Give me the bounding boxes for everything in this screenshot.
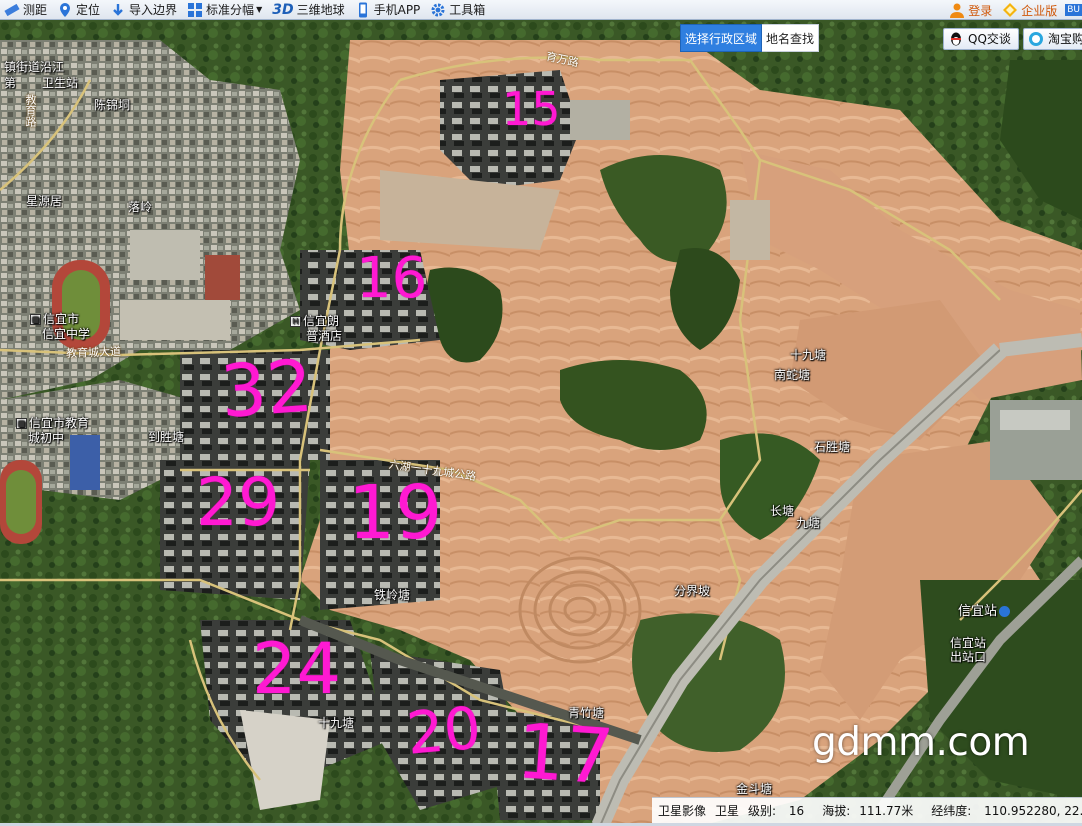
label-jindou: 金斗塘 [736, 782, 773, 796]
import-boundary-button[interactable]: 导入边界 [106, 0, 183, 20]
label-tieling: 铁岭塘 [374, 588, 411, 602]
select-region-tab[interactable]: 选择行政区域 [680, 24, 763, 52]
hotel-icon: H [290, 316, 301, 327]
edge-label: BU [1065, 4, 1082, 16]
status-bar: 卫星影像 卫星 级别: 16 海拔: 111.77米 经纬度: 110.95228… [652, 797, 1082, 823]
label-weisheng: 卫生站 [42, 76, 79, 90]
satellite-imagery [0, 20, 1082, 826]
running-track-2 [0, 460, 42, 544]
three-d-label: 三维地球 [296, 3, 345, 17]
mobile-app-button[interactable]: 手机APP [351, 0, 427, 20]
label-jiaoyu-road: 教育路 [24, 94, 37, 127]
import-boundary-label: 导入边界 [129, 3, 178, 17]
label-chen-jiang: 陈锦垌 [94, 98, 131, 112]
label-station-exit-2: 出站口 [950, 650, 987, 664]
annotation-19: 19 [348, 470, 443, 556]
user-icon [950, 3, 965, 18]
label-jiaoyu-avenue: 教育城大道 [65, 345, 122, 360]
gear-icon [431, 3, 445, 16]
ruler-icon [4, 3, 20, 16]
top-toolbar: 测距 定位 导入边界 标准分幅 ▼ 3D 三维地球 手机APP 工具箱 登录 企… [0, 0, 1082, 20]
login-button[interactable]: 登录 [945, 0, 998, 20]
enterprise-label: 企业版 [1021, 3, 1058, 18]
status-altitude-label: 海拔: [822, 804, 851, 818]
label-xinyi-edu-text: 信宜市教育 [29, 416, 90, 430]
toolbox-label: 工具箱 [449, 3, 486, 17]
label-xinyi-station: 信宜站 [958, 600, 1011, 619]
label-nanshe: 南蛇塘 [774, 368, 811, 382]
mobile-app-label: 手机APP [373, 3, 421, 17]
account-area: 登录 企业版 BU [945, 0, 1082, 20]
annotation-24: 24 [252, 628, 342, 710]
status-level-label: 级别: [748, 804, 777, 818]
label-xinyi-edu-2: 城初中 [28, 431, 65, 445]
label-xinyi-station-text: 信宜站 [958, 604, 998, 619]
label-changtang: 长塘 [770, 504, 795, 518]
status-level: 级别: 16 [748, 802, 813, 819]
school-icon-2: ■ [16, 418, 27, 429]
annotation-15: 15 [502, 82, 561, 136]
satellite-map[interactable]: 选择行政区域 地名查找 QQ交谈 淘宝购 镇街道沿江 第 卫生站 教育路 陈锦垌… [0, 20, 1082, 826]
diamond-icon [1003, 3, 1018, 17]
label-shisheng: 石胜塘 [814, 440, 851, 454]
measure-label: 测距 [23, 3, 48, 17]
locate-button[interactable]: 定位 [53, 0, 106, 20]
label-shijiu-tang-2: 十九塘 [318, 716, 355, 730]
annotation-29: 29 [196, 464, 280, 541]
label-xinyi-city-text: 信宜市 [43, 312, 80, 326]
school-icon: ■ [30, 314, 41, 325]
login-label: 登录 [968, 3, 993, 18]
label-di: 第 [4, 76, 17, 90]
label-zhenjie: 镇街道沿江 [4, 60, 65, 74]
status-altitude: 海拔: 111.77米 [822, 802, 922, 819]
three-d-icon: 3D [272, 1, 294, 18]
label-fenjie: 分界坡 [674, 584, 711, 598]
status-level-value: 16 [788, 804, 805, 818]
status-coord-value: 110.952280, 22.3376 [984, 804, 1082, 818]
edge-button[interactable]: BU [1063, 0, 1082, 20]
label-xinyi-lang-text: 信宜朗 [303, 314, 340, 328]
arrow-down-icon [113, 3, 123, 16]
status-coord-label: 经纬度: [931, 804, 972, 818]
measure-button[interactable]: 测距 [0, 0, 53, 20]
label-shijiu-tang: 十九塘 [790, 348, 827, 362]
annotation-20: 20 [404, 693, 484, 768]
watermark: gdmm.com [812, 720, 1030, 765]
status-altitude-value: 111.77米 [859, 804, 914, 818]
label-luoling: 落岭 [128, 200, 153, 214]
status-coords: 经纬度: 110.952280, 22.3376 [931, 802, 1082, 819]
locate-label: 定位 [76, 3, 101, 17]
label-jiutang: 九塘 [796, 516, 821, 530]
status-satellite: 卫星 [715, 804, 740, 818]
standard-sheet-button[interactable]: 标准分幅 ▼ [183, 0, 268, 20]
chevron-down-icon: ▼ [256, 5, 263, 14]
enterprise-button[interactable]: 企业版 [998, 0, 1063, 20]
label-xinyi-lang-2: 普酒店 [306, 329, 343, 343]
annotation-16: 16 [356, 246, 428, 311]
grid-icon [188, 2, 203, 17]
location-pin-icon [60, 2, 71, 17]
label-xinyi-middle: 信宜中学 [42, 327, 91, 341]
three-d-earth-button[interactable]: 3D 三维地球 [268, 0, 350, 20]
annotation-17: 17 [513, 706, 617, 802]
place-search-tab[interactable]: 地名查找 [762, 24, 820, 52]
toolbox-button[interactable]: 工具箱 [426, 0, 491, 20]
train-station-icon [999, 606, 1011, 617]
standard-sheet-label: 标准分幅 [206, 3, 255, 17]
label-daosheng: 到胜塘 [148, 430, 185, 444]
phone-icon [358, 2, 367, 17]
region-search-bar: 选择行政区域 地名查找 [680, 24, 1082, 52]
label-xingyuan: 星源居 [26, 194, 63, 208]
status-imagery: 卫星影像 [658, 804, 707, 818]
annotation-32: 32 [218, 343, 316, 434]
